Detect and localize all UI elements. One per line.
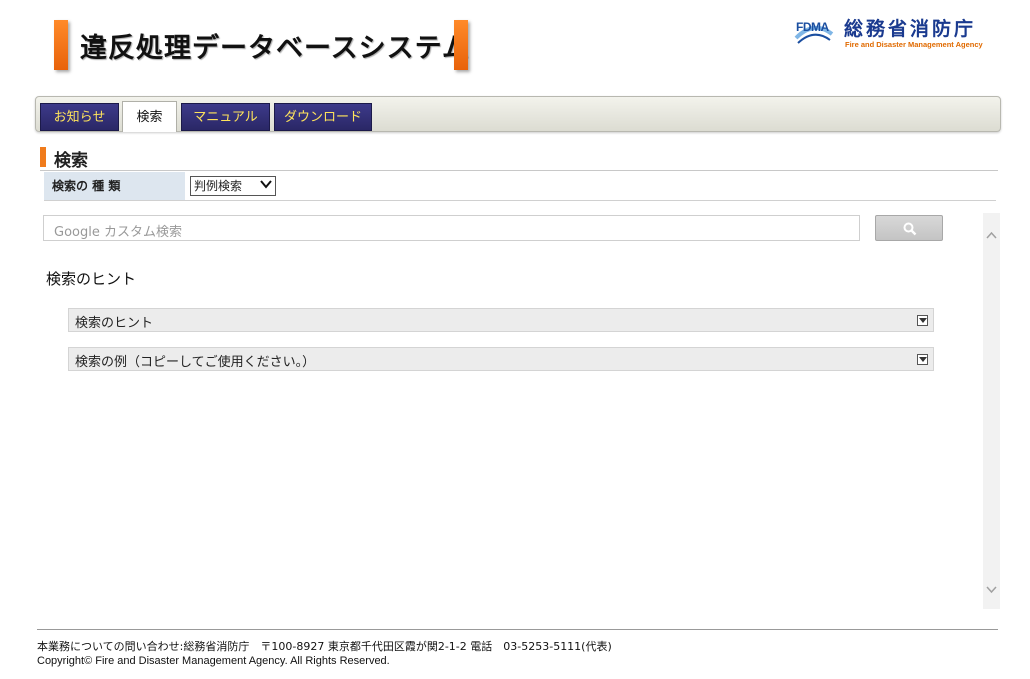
hints-heading: 検索のヒント <box>46 270 137 288</box>
accordion-label: 検索の例（コピーしてご使用ください。） <box>75 355 316 370</box>
footer-divider <box>37 629 998 630</box>
section-title: 検索 <box>54 151 88 171</box>
search-placeholder-text: カスタム検索 <box>103 225 182 240</box>
scroll-up-icon[interactable] <box>985 227 998 240</box>
chevron-down-icon <box>260 178 272 196</box>
fdma-logo-text: FDMA <box>796 20 829 34</box>
search-icon <box>903 222 917 236</box>
main-tab-bar: お知らせ 検索 マニュアル ダウンロード <box>35 96 1001 132</box>
title-accent-right <box>454 20 468 70</box>
google-brand-text: Google <box>54 225 100 240</box>
tab-download[interactable]: ダウンロード <box>274 103 372 131</box>
footer-copyright: Copyright© Fire and Disaster Management … <box>37 655 390 667</box>
search-type-value: 判例検索 <box>194 179 243 193</box>
app-title-banner: 違反処理データベースシステム <box>52 18 476 74</box>
tab-search[interactable]: 検索 <box>122 101 177 132</box>
search-placeholder: Google カスタム検索 <box>54 221 182 240</box>
results-scrollbar[interactable] <box>983 213 1000 609</box>
footer-contact: 本業務についての問い合わせ:総務省消防庁 〒100-8927 東京都千代田区霞が… <box>37 640 612 653</box>
agency-name-en: Fire and Disaster Management Agency <box>845 40 983 49</box>
accordion-label: 検索のヒント <box>75 316 154 331</box>
search-input[interactable]: Google カスタム検索 <box>43 215 860 241</box>
title-accent-left <box>54 20 68 70</box>
expand-icon[interactable] <box>917 354 928 365</box>
agency-logo[interactable]: FDMA 総務省消防庁 Fire and Disaster Management… <box>794 14 1006 54</box>
accordion-search-examples[interactable]: 検索の例（コピーしてご使用ください。） <box>68 347 934 371</box>
expand-icon[interactable] <box>917 315 928 326</box>
search-type-select[interactable]: 判例検索 <box>190 176 276 196</box>
search-type-row: 検索の 種 類 判例検索 <box>44 172 996 201</box>
accordion-search-hints[interactable]: 検索のヒント <box>68 308 934 332</box>
scroll-down-icon[interactable] <box>985 581 998 594</box>
search-button[interactable] <box>875 215 943 241</box>
app-title: 違反処理データベースシステム <box>80 33 470 64</box>
agency-name: 総務省消防庁 <box>844 18 977 40</box>
fdma-logo-icon: FDMA <box>794 16 834 46</box>
search-type-label: 検索の 種 類 <box>44 172 185 200</box>
tab-manual[interactable]: マニュアル <box>181 103 270 131</box>
section-heading: 検索 <box>40 146 998 171</box>
tab-news[interactable]: お知らせ <box>40 103 119 131</box>
section-accent-bar <box>40 147 46 167</box>
